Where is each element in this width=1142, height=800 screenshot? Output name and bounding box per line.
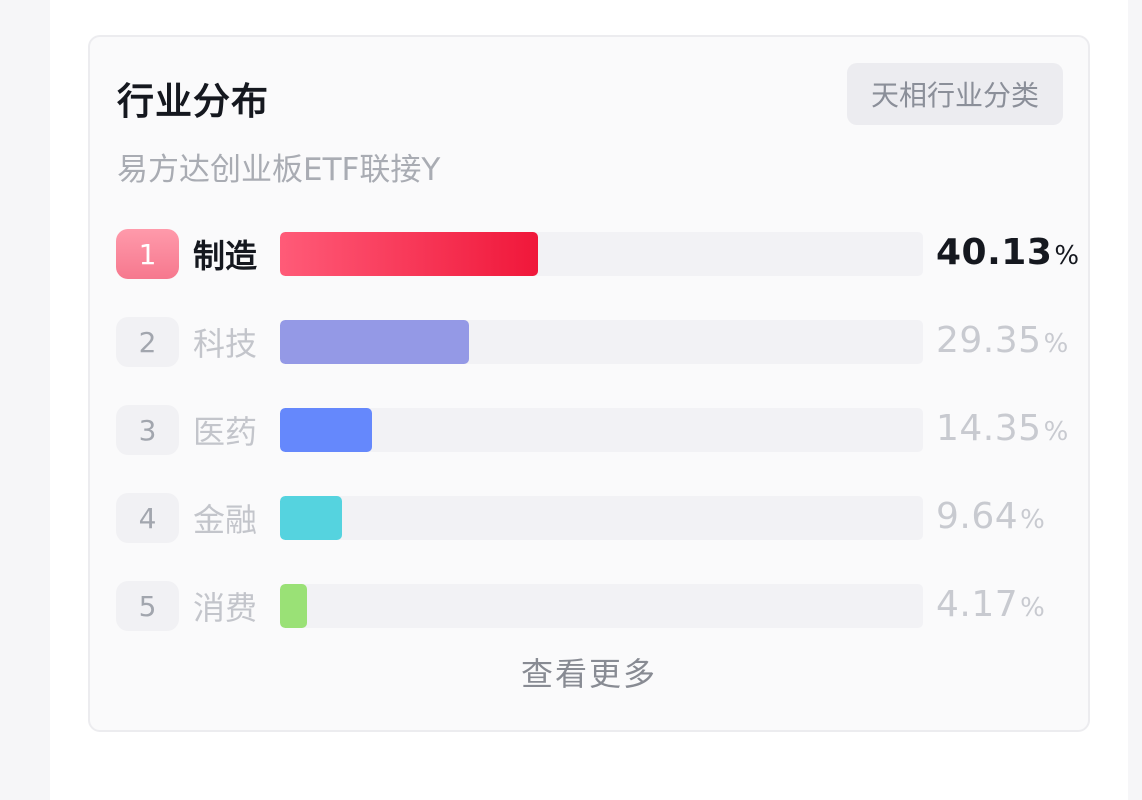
industry-row: 2 科技 29.35% — [90, 317, 1088, 367]
industry-name: 医药 — [193, 413, 258, 451]
bar-track — [280, 408, 923, 452]
industry-row: 3 医药 14.35% — [90, 405, 1088, 455]
bar-fill — [280, 408, 373, 452]
percent-unit: % — [1043, 329, 1069, 359]
bar-fill — [280, 584, 307, 628]
bar-fill — [280, 496, 342, 540]
rank-badge: 2 — [116, 317, 179, 367]
rank-badge: 4 — [116, 493, 179, 543]
percentage-value: 29.35% — [936, 317, 1069, 367]
industry-classification-button[interactable]: 天相行业分类 — [847, 63, 1063, 125]
percentage-value: 4.17% — [936, 581, 1045, 631]
rank-badge: 3 — [116, 405, 179, 455]
bar-fill — [280, 320, 469, 364]
industry-distribution-card: 行业分布 天相行业分类 易方达创业板ETF联接Y 1 制造 40.13% 2 科… — [88, 35, 1090, 732]
card-title: 行业分布 — [117, 80, 269, 123]
percentage-value: 14.35% — [936, 405, 1069, 455]
percent-unit: % — [1020, 593, 1046, 623]
bar-track — [280, 496, 923, 540]
percent-unit: % — [1043, 417, 1069, 447]
percentage-number: 40.13 — [936, 232, 1053, 273]
industry-name: 金融 — [193, 501, 258, 539]
industry-name: 制造 — [193, 237, 258, 275]
percentage-number: 14.35 — [936, 408, 1042, 449]
industry-name: 消费 — [193, 589, 258, 627]
percentage-value: 40.13% — [936, 229, 1080, 279]
rank-badge: 5 — [116, 581, 179, 631]
page-background: 行业分布 天相行业分类 易方达创业板ETF联接Y 1 制造 40.13% 2 科… — [50, 0, 1128, 800]
percentage-number: 4.17 — [936, 584, 1019, 625]
percent-unit: % — [1020, 505, 1046, 535]
industry-row: 5 消费 4.17% — [90, 581, 1088, 631]
bar-track — [280, 320, 923, 364]
percentage-number: 29.35 — [936, 320, 1042, 361]
bar-track — [280, 232, 923, 276]
industry-row: 1 制造 40.13% — [90, 229, 1088, 279]
industry-row: 4 金融 9.64% — [90, 493, 1088, 543]
bar-track — [280, 584, 923, 628]
view-more-link[interactable]: 查看更多 — [90, 649, 1088, 695]
percentage-value: 9.64% — [936, 493, 1045, 543]
rank-badge: 1 — [116, 229, 179, 279]
bar-fill — [280, 232, 539, 276]
fund-name: 易方达创业板ETF联接Y — [117, 152, 441, 188]
percentage-number: 9.64 — [936, 496, 1019, 537]
percent-unit: % — [1054, 241, 1080, 271]
industry-name: 科技 — [193, 325, 258, 363]
